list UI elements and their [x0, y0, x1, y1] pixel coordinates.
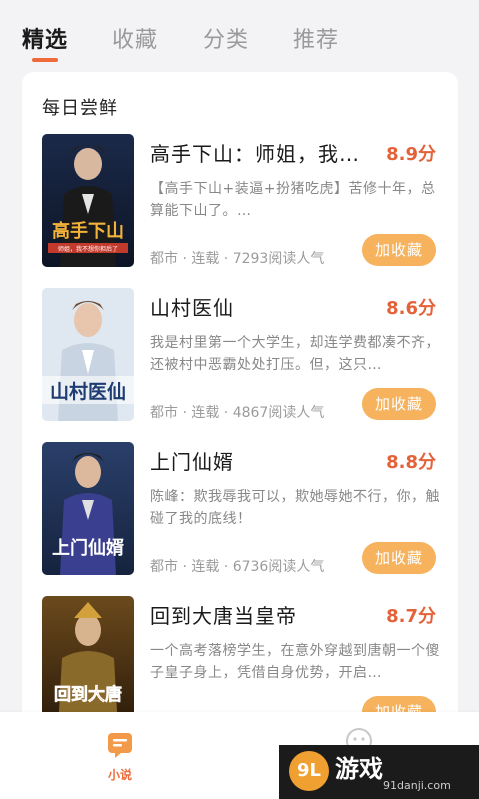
book-description: 【高手下山+装逼+扮猪吃虎】苦修十年，总算能下山了。…: [150, 181, 436, 219]
book-description: 一个高考落榜学生，在意外穿越到唐朝一个傻子皇子身上，凭借自身优势，开启…: [150, 643, 440, 681]
tab-favorites[interactable]: 收藏: [112, 22, 158, 54]
book-description: 陈峰：欺我辱我可以，欺她辱她不行，你，触碰了我的底线！: [150, 489, 440, 527]
book-item[interactable]: 上门仙婿 上门仙婿 8.8分 陈峰：欺我辱我可以，欺她辱她不行，你，触碰了我的底…: [22, 442, 458, 582]
cover-title-text: 回到大唐: [54, 684, 122, 705]
book-title[interactable]: 高手下山：师姐，我…: [150, 138, 368, 167]
watermark-url: 91danji.com: [383, 779, 451, 792]
top-tab-bar: 精选 收藏 分类 推荐: [0, 0, 479, 70]
book-title[interactable]: 回到大唐当皇帝: [150, 600, 368, 629]
active-tab-indicator: [32, 58, 58, 62]
add-favorite-button[interactable]: 加收藏: [362, 234, 436, 266]
cover-subtitle-text: 师姐，我不想你担后了: [58, 245, 118, 253]
section-title: 每日尝鲜: [42, 98, 118, 119]
book-score: 8.6分: [386, 298, 436, 319]
book-meta: 都市 · 连载 · 7293阅读人气: [150, 251, 325, 267]
nav-item-novel[interactable]: 小说: [100, 730, 140, 783]
book-meta: 都市 · 连载 · 6736阅读人气: [150, 559, 325, 575]
tab-categories[interactable]: 分类: [203, 22, 249, 54]
watermark-logo: 9L: [289, 751, 329, 791]
book-score: 8.8分: [386, 452, 436, 473]
cover-title-text: 山村医仙: [50, 380, 126, 403]
watermark-name: 游戏: [335, 755, 383, 783]
add-favorite-button[interactable]: 加收藏: [362, 388, 436, 420]
book-score: 8.9分: [386, 144, 436, 165]
book-cover[interactable]: 山村医仙: [42, 288, 134, 421]
book-item[interactable]: 山村医仙 山村医仙 8.6分 我是村里第一个大学生，却连学费都凑不齐，还被村中恶…: [22, 288, 458, 428]
book-cover[interactable]: 高手下山 师姐，我不想你担后了: [42, 134, 134, 267]
daily-fresh-card: 每日尝鲜 高手下山 师姐，我不想你担后了 高手下山：师姐，我… 8.9分 【高手…: [22, 72, 458, 732]
site-watermark: 9L 游戏 91danji.com: [279, 745, 479, 799]
book-chat-icon: [108, 733, 132, 758]
book-cover[interactable]: 回到大唐: [42, 596, 134, 729]
book-item[interactable]: 高手下山 师姐，我不想你担后了 高手下山：师姐，我… 8.9分 【高手下山+装逼…: [22, 134, 458, 274]
book-cover[interactable]: 上门仙婿: [42, 442, 134, 575]
book-description: 我是村里第一个大学生，却连学费都凑不齐，还被村中恶霸处处打压。但，这只…: [150, 335, 440, 373]
add-favorite-button[interactable]: 加收藏: [362, 542, 436, 574]
book-title[interactable]: 山村医仙: [150, 292, 368, 321]
tab-featured[interactable]: 精选: [22, 22, 68, 54]
cover-title-text: 高手下山: [52, 220, 124, 242]
book-title[interactable]: 上门仙婿: [150, 446, 368, 475]
book-score: 8.7分: [386, 606, 436, 627]
book-meta: 都市 · 连载 · 4867阅读人气: [150, 405, 325, 421]
tab-recommend[interactable]: 推荐: [293, 22, 339, 54]
cover-title-text: 上门仙婿: [52, 537, 124, 559]
nav-label: 小说: [107, 768, 132, 782]
